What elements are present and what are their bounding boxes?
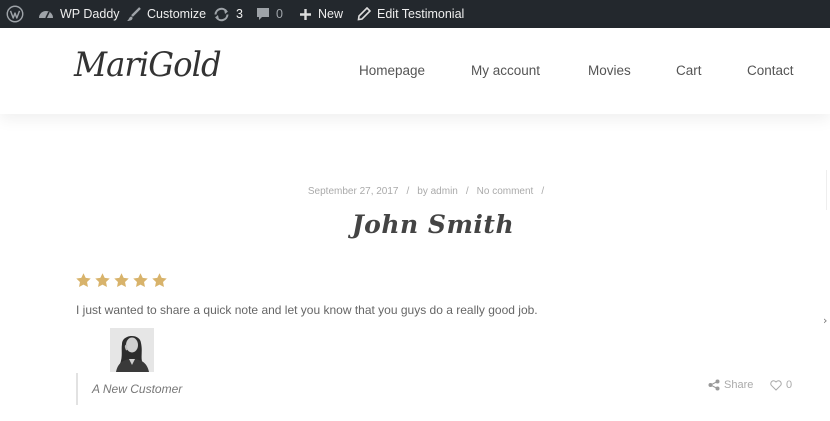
star-icon bbox=[114, 273, 129, 288]
like-button[interactable]: 0 bbox=[770, 379, 792, 391]
post-title: John Smith bbox=[351, 210, 515, 239]
meta-separator: / bbox=[465, 186, 469, 197]
share-button[interactable]: Share bbox=[708, 379, 753, 391]
nav-homepage[interactable]: Homepage bbox=[359, 63, 425, 78]
star-icon bbox=[133, 273, 148, 288]
comments-count: 0 bbox=[276, 7, 283, 21]
likes-count: 0 bbox=[786, 379, 793, 391]
customer-label: A New Customer bbox=[92, 382, 183, 396]
rating-stars bbox=[75, 272, 168, 289]
star-icon bbox=[152, 273, 167, 288]
post-comments[interactable]: No comment bbox=[477, 186, 534, 197]
nav-my-account[interactable]: My account bbox=[471, 63, 540, 78]
plus-icon bbox=[300, 8, 311, 20]
share-icon bbox=[708, 379, 720, 391]
wordpress-menu[interactable] bbox=[6, 0, 24, 28]
testimonial-text: I just wanted to share a quick note and … bbox=[76, 303, 538, 317]
nav-contact[interactable]: Contact bbox=[747, 63, 794, 78]
chevron-right-icon[interactable]: › bbox=[823, 314, 827, 327]
heart-icon bbox=[770, 379, 782, 391]
dashboard-icon bbox=[39, 11, 53, 19]
site-name: WP Daddy bbox=[60, 7, 120, 21]
post-meta: September 27, 2017 / by admin / No comment / bbox=[0, 186, 830, 197]
share-label: Share bbox=[724, 379, 754, 391]
admin-bar: WP Daddy Customize 3 0 New Edit Testimon… bbox=[0, 0, 830, 28]
comments-link[interactable]: 0 bbox=[256, 0, 283, 28]
new-content-link[interactable]: New bbox=[299, 0, 343, 28]
site-name-link[interactable]: WP Daddy bbox=[38, 0, 120, 28]
comment-icon bbox=[257, 8, 269, 20]
updates-count: 3 bbox=[236, 7, 243, 21]
pencil-icon bbox=[357, 7, 371, 21]
avatar bbox=[110, 328, 154, 372]
site-logo[interactable]: MariGold bbox=[74, 45, 222, 85]
updates-icon bbox=[214, 7, 229, 21]
star-icon bbox=[95, 273, 110, 288]
new-label: New bbox=[318, 7, 344, 21]
star-icon bbox=[76, 273, 91, 288]
post-date[interactable]: September 27, 2017 bbox=[308, 186, 399, 197]
wordpress-icon bbox=[6, 5, 24, 23]
edit-testimonial-link[interactable]: Edit Testimonial bbox=[357, 0, 464, 28]
customer-byline: A New Customer bbox=[76, 373, 182, 405]
customize-link[interactable]: Customize bbox=[126, 0, 206, 28]
updates-link[interactable]: 3 bbox=[213, 0, 243, 28]
brush-icon bbox=[127, 6, 141, 21]
nav-movies[interactable]: Movies bbox=[588, 63, 631, 78]
post-author[interactable]: by admin bbox=[417, 186, 458, 197]
meta-separator: / bbox=[406, 186, 410, 197]
customize-label: Customize bbox=[147, 7, 207, 21]
nav-cart[interactable]: Cart bbox=[676, 63, 702, 78]
meta-separator: / bbox=[541, 186, 545, 197]
edit-label: Edit Testimonial bbox=[377, 7, 465, 21]
site-header: MariGold Homepage My account Movies Cart… bbox=[0, 28, 830, 114]
